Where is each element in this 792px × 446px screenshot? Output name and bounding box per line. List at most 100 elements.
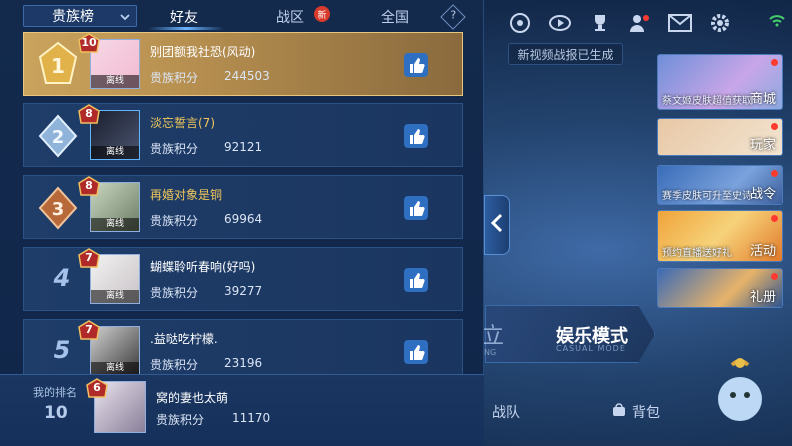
side-card-label: 玩家 [749,138,776,153]
player-name[interactable]: 别团额我社恐(风动) [150,43,255,60]
my-rank-number: 10 [44,403,68,423]
team-button[interactable]: 战队 [492,402,520,422]
board-type-dropdown[interactable]: 贵族榜 [23,5,137,27]
tab-region[interactable]: 战区 [276,7,304,27]
leaderboard-row-2[interactable]: 2 离线 8 淡忘誓言(7) 贵族积分 92121 [23,103,463,167]
score-label: 贵族积分 [150,71,199,85]
score-value: 69964 [224,212,263,226]
rank-number: 3 [52,199,65,220]
leaderboard-row-3[interactable]: 3 离线 8 再婚对象是铜 贵族积分 69964 [23,175,463,239]
leaderboard-panel: 贵族榜 好友 战区 新 全国 ? 1 离线 10 别团额我社恐(风动) 贵族积分… [0,0,484,446]
collapse-panel-button[interactable] [484,195,510,255]
noble-level-badge: 6 [86,378,108,400]
top-icon-bar [505,8,735,38]
notification-dot [771,215,778,222]
replay-toast[interactable]: 新视频战报已生成 [508,43,623,65]
thumbs-up-icon[interactable] [402,122,430,150]
my-rank-label: 我的排名 [33,386,77,399]
my-score-value: 11170 [232,411,271,425]
player-name[interactable]: 淡忘誓言(7) [150,114,215,131]
noble-level: 6 [93,381,101,394]
player-name[interactable]: 再婚对象是铜 [150,186,222,203]
thumbs-up-icon[interactable] [402,194,430,222]
offline-status: 离线 [91,290,139,303]
noble-level-badge: 7 [78,320,100,342]
mail-icon[interactable] [665,8,695,38]
gold-rank-badge-icon: 1 [36,41,80,89]
score-value: 92121 [224,140,263,154]
tab-nationwide[interactable]: 全国 [381,7,409,27]
bag-button[interactable]: 背包 [612,402,660,422]
offline-status: 离线 [91,146,139,159]
rank-number: 2 [52,127,65,148]
score-label: 贵族积分 [150,142,199,156]
noble-level: 7 [85,323,93,336]
noble-level-badge: 8 [78,176,100,198]
casual-mode-subtitle: CASUAL MODE [556,344,626,353]
notification-dot [771,273,778,280]
board-type-value: 贵族榜 [52,9,94,25]
thumbs-up-icon[interactable] [402,266,430,294]
side-card-shop[interactable]: 蔡文姬皮肤超值获取 商城 [657,54,783,110]
offline-status: 离线 [91,218,139,231]
leaderboard-row-4[interactable]: 4 离线 7 蝴蝶聆听春响(好吗) 贵族积分 39277 [23,247,463,311]
rank-number: 4 [53,264,71,292]
rank-number: 1 [51,54,65,78]
score-label: 贵族积分 [150,214,199,228]
new-badge: 新 [314,6,330,22]
side-card-label: 战令 [749,187,776,202]
thumbs-up-icon[interactable] [402,51,430,79]
bag-icon [612,403,626,421]
score-label: 贵族积分 [150,358,199,372]
replay-icon[interactable] [545,8,575,38]
active-tab-indicator [148,27,224,30]
side-card-caption: 蔡文姬皮肤超值获取 [662,96,752,107]
side-card-label: 礼册 [749,290,776,305]
my-rank-bar: 我的排名 10 6 窝的妻也太萌 贵族积分 11170 [0,374,484,446]
side-card-battle-pass[interactable]: 赛季皮肤可升至史诗 战令 [657,165,783,205]
friends-icon[interactable] [625,8,655,38]
score-value: 244503 [224,69,270,83]
help-button[interactable]: ? [440,4,466,30]
noble-level: 7 [85,251,93,264]
notification-dot [771,123,778,130]
noble-level: 8 [85,179,93,192]
mode-left-label: 立 [482,324,505,349]
mode-left-sub: NG [484,348,497,357]
my-player-name: 窝的妻也太萌 [156,391,229,405]
tab-friends[interactable]: 好友 [170,7,198,27]
leaderboard-tabs: 贵族榜 好友 战区 新 全国 ? [0,0,484,30]
score-value: 23196 [224,356,263,370]
side-card-player[interactable]: 玩家 [657,118,783,156]
map-target-icon[interactable] [505,8,535,38]
side-card-caption: 赛季皮肤可升至史诗 [662,191,752,202]
my-score-label: 贵族积分 [156,413,205,427]
offline-status: 离线 [91,75,139,88]
noble-level: 10 [81,36,97,49]
side-card-label: 商城 [749,92,776,107]
noble-level-badge: 10 [78,33,100,55]
chevron-down-icon [120,7,130,25]
leaderboard-row-1[interactable]: 1 离线 10 别团额我社恐(风动) 贵族积分 244503 [23,32,463,96]
side-card-event[interactable]: 预约直播送好礼 活动 [657,210,783,262]
notification-dot [771,59,778,66]
mascot-icon[interactable] [712,355,768,425]
player-name[interactable]: 蝴蝶聆听春响(好吗) [150,258,255,275]
thumbs-up-icon[interactable] [402,338,430,366]
noble-level: 8 [85,107,93,120]
noble-level-badge: 7 [78,248,100,270]
wifi-icon [769,14,785,32]
side-card-caption: 预约直播送好礼 [662,248,732,259]
silver-rank-badge-icon: 2 [36,112,80,160]
notification-dot [771,170,778,177]
bag-button-label: 背包 [632,405,660,421]
noble-level-badge: 8 [78,104,100,126]
settings-icon[interactable] [705,8,735,38]
side-card-gift[interactable]: 礼册 [657,268,783,308]
trophy-icon[interactable] [585,8,615,38]
chevron-left-icon [490,213,503,238]
player-name[interactable]: .益哒吃柠檬. [150,330,218,347]
score-label: 贵族积分 [150,286,199,300]
side-card-label: 活动 [749,244,776,259]
bronze-rank-badge-icon: 3 [36,184,80,232]
